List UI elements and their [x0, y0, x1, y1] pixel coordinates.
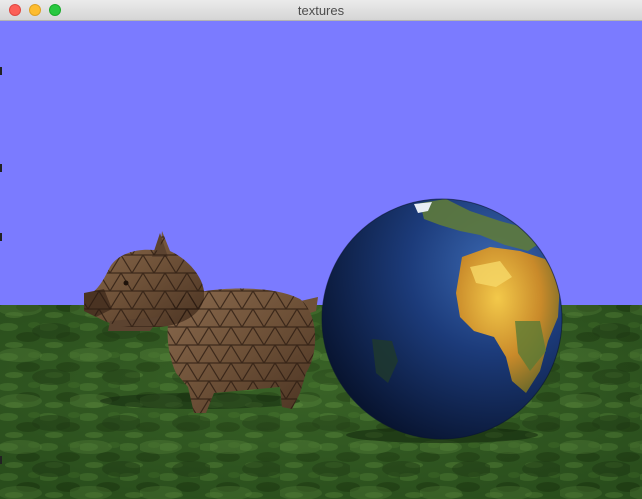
window-title: textures	[297, 3, 345, 18]
title-bar[interactable]: textures	[0, 0, 642, 21]
edge-artifact	[0, 456, 2, 464]
edge-artifact	[0, 164, 2, 172]
app-window: textures	[0, 0, 642, 499]
scene-canvas	[0, 21, 642, 499]
edge-artifact	[0, 67, 2, 75]
gl-viewport[interactable]	[0, 21, 642, 499]
edge-artifact	[0, 233, 2, 241]
